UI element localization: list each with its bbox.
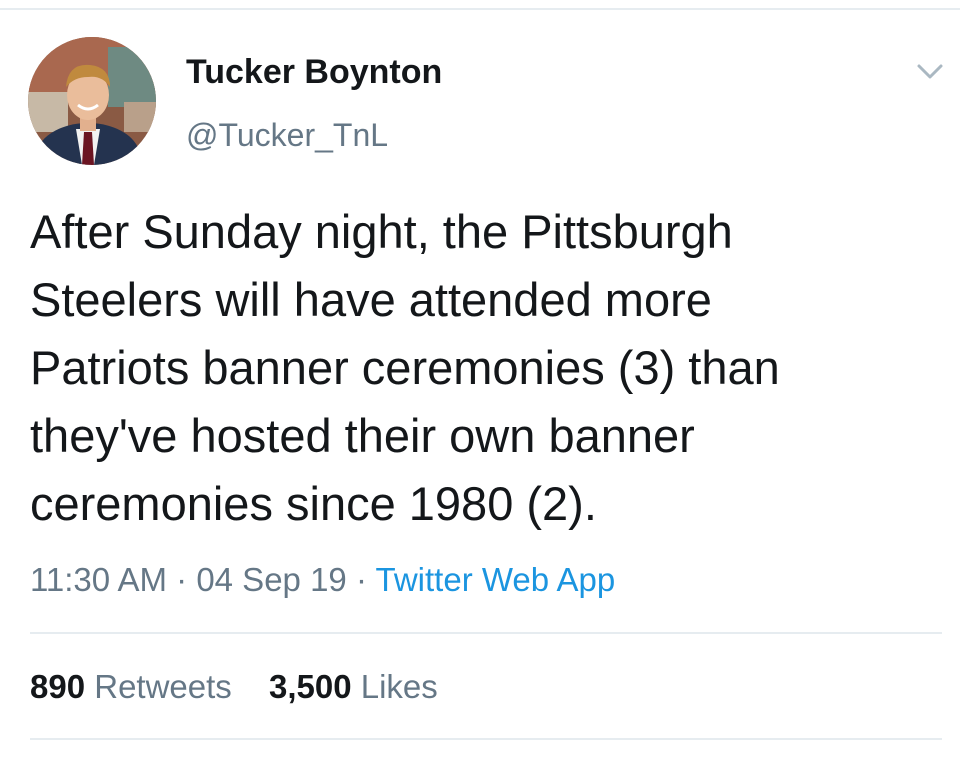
likes-label: Likes — [360, 668, 438, 705]
retweets-count: 890 — [30, 668, 86, 705]
avatar[interactable] — [28, 37, 156, 165]
profile-photo-icon — [28, 37, 156, 165]
tweet-time[interactable]: 11:30 AM — [30, 561, 167, 598]
chevron-down-icon[interactable] — [916, 62, 944, 82]
likes-count: 3,500 — [268, 668, 352, 705]
likes-stat[interactable]: 3,500 Likes — [269, 668, 438, 705]
meta-separator: · — [166, 561, 197, 598]
tweet-stats: 890 Retweets 3,500 Likes — [30, 668, 466, 706]
tweet-text: After Sunday night, the Pittsburgh Steel… — [30, 205, 780, 530]
tweet-source-link[interactable]: Twitter Web App — [376, 561, 616, 598]
tweet-meta: 11:30 AM · 04 Sep 19 · Twitter Web App — [30, 561, 615, 599]
display-name[interactable]: Tucker Boynton — [186, 53, 442, 92]
divider — [30, 738, 942, 740]
top-divider — [0, 8, 960, 10]
meta-separator: · — [346, 561, 376, 598]
retweets-stat[interactable]: 890 Retweets — [30, 668, 232, 705]
tweet-date[interactable]: 04 Sep 19 — [196, 561, 346, 598]
user-handle[interactable]: @Tucker_TnL — [186, 117, 388, 154]
divider — [30, 632, 942, 634]
retweets-label: Retweets — [94, 668, 232, 705]
